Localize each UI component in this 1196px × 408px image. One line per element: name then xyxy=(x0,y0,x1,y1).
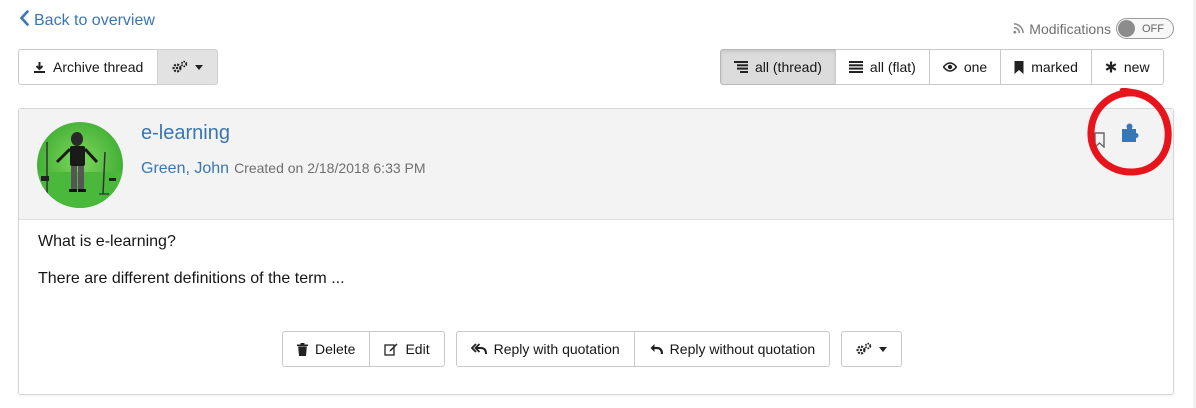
gears-icon xyxy=(856,342,872,356)
delete-button[interactable]: Delete xyxy=(282,331,371,367)
back-link-label: Back to overview xyxy=(34,11,155,29)
avatar[interactable] xyxy=(37,122,123,208)
trash-icon xyxy=(297,342,308,356)
puzzle-plugin-icon[interactable] xyxy=(1120,121,1142,146)
reply-all-icon xyxy=(470,343,487,355)
reply-without-quotation-button[interactable]: Reply without quotation xyxy=(633,331,831,367)
bookmark-icon xyxy=(1014,60,1024,74)
post-header: e-learning Green, John Created on 2/18/2… xyxy=(19,109,1173,220)
post-body: What is e-learning? There are different … xyxy=(38,233,345,307)
post-created-date: Created on 2/18/2018 6:33 PM xyxy=(234,160,426,176)
view-all-thread-label: all (thread) xyxy=(755,59,822,75)
delete-label: Delete xyxy=(315,341,356,357)
post-actions: Delete Edit Reply with quotation Reply w… xyxy=(282,331,903,367)
post-title[interactable]: e-learning xyxy=(141,122,230,145)
eye-icon xyxy=(942,62,957,72)
view-all-flat-button[interactable]: all (flat) xyxy=(834,49,930,85)
back-to-overview-link[interactable]: Back to overview xyxy=(19,10,155,31)
view-mode-toolbar: all (thread) all (flat) one marked new xyxy=(720,49,1164,85)
caret-down-icon xyxy=(879,346,888,352)
modifications-label: Modifications xyxy=(1029,20,1111,37)
list-icon xyxy=(848,61,863,73)
reply-actions-group: Reply with quotation Reply without quota… xyxy=(455,331,831,367)
forum-post: e-learning Green, John Created on 2/18/2… xyxy=(18,108,1174,395)
view-all-thread-button[interactable]: all (thread) xyxy=(720,49,836,85)
edit-label: Edit xyxy=(405,341,430,357)
reply-with-quotation-label: Reply with quotation xyxy=(493,341,620,357)
reply-without-quotation-label: Reply without quotation xyxy=(669,341,816,357)
edit-icon xyxy=(384,342,398,356)
view-one-button[interactable]: one xyxy=(928,49,1002,85)
archive-thread-label: Archive thread xyxy=(53,59,144,75)
chevron-left-icon xyxy=(19,10,30,31)
view-marked-label: marked xyxy=(1031,59,1078,75)
post-settings-dropdown[interactable] xyxy=(841,331,903,367)
bookmark-outline-icon[interactable] xyxy=(1094,132,1105,151)
reply-icon xyxy=(649,343,663,355)
view-all-flat-label: all (flat) xyxy=(869,59,916,75)
post-body-line-1: What is e-learning? xyxy=(38,233,176,250)
caret-down-icon xyxy=(195,64,204,70)
download-icon xyxy=(33,61,46,74)
toggle-knob xyxy=(1118,20,1135,37)
post-meta: Green, John Created on 2/18/2018 6:33 PM xyxy=(141,160,426,178)
post-author-link[interactable]: Green, John xyxy=(141,160,229,178)
view-one-label: one xyxy=(963,59,988,75)
edit-actions-group: Delete Edit xyxy=(282,331,445,367)
view-marked-button[interactable]: marked xyxy=(1000,49,1092,85)
tree-list-icon xyxy=(734,61,748,73)
thread-settings-dropdown[interactable] xyxy=(157,49,219,85)
modifications-toggle[interactable]: OFF xyxy=(1116,18,1174,39)
modifications-control: Modifications OFF xyxy=(1013,18,1174,39)
post-body-line-2: There are different definitions of the t… xyxy=(38,270,345,287)
view-new-button[interactable]: new xyxy=(1090,49,1164,85)
thread-toolbar: Archive thread xyxy=(18,49,219,85)
archive-thread-button[interactable]: Archive thread xyxy=(18,49,159,85)
rss-icon xyxy=(1013,23,1025,34)
asterisk-icon xyxy=(1105,61,1117,73)
edit-button[interactable]: Edit xyxy=(369,331,445,367)
toggle-state: OFF xyxy=(1142,22,1164,35)
reply-with-quotation-button[interactable]: Reply with quotation xyxy=(455,331,635,367)
view-new-label: new xyxy=(1123,59,1150,75)
gears-icon xyxy=(172,60,188,74)
